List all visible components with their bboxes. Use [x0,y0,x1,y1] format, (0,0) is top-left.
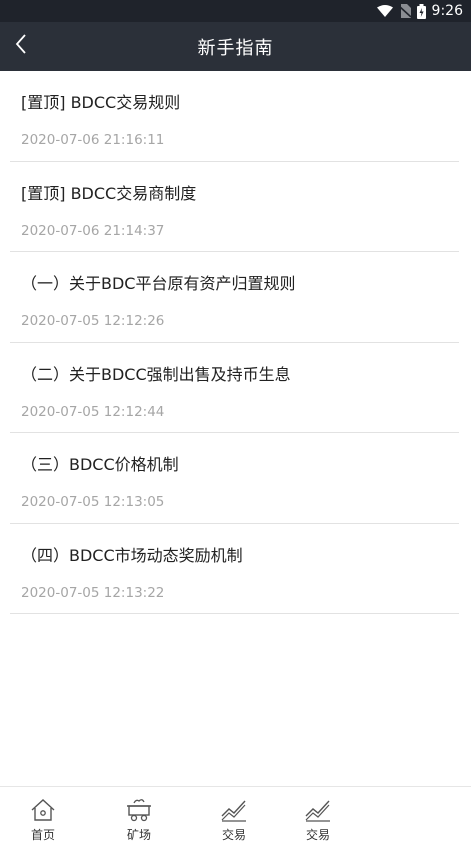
article-title: （四）BDCC市场动态奖励机制 [21,545,243,565]
nav-spacer [385,787,471,842]
article-date: 2020-07-06 21:16:11 [21,132,165,148]
back-button[interactable] [6,30,36,62]
nav-item-trade-2[interactable]: 交易 [283,787,353,842]
home-icon [30,794,56,822]
article-date: 2020-07-05 12:12:26 [21,313,165,329]
list-item[interactable]: （三）BDCC价格机制 2020-07-05 12:13:05 [10,433,459,524]
nav-label: 交易 [221,828,246,842]
app-header: 新手指南 [0,22,471,71]
article-title: （三）BDCC价格机制 [21,455,179,474]
battery-icon [416,3,426,19]
article-date: 2020-07-05 12:13:22 [21,584,165,601]
nav-item-trade[interactable]: 交易 [199,787,269,842]
no-sim-icon [398,4,411,18]
nav-label: 首页 [30,828,55,842]
nav-item-home[interactable]: 首页 [8,787,78,842]
chevron-left-icon [15,34,27,58]
bottom-nav: 首页 矿场 交易 交易 [0,786,471,842]
article-title: （一）关于BDC平台原有资产归置规则 [21,274,296,293]
list-item[interactable]: （一）关于BDC平台原有资产归置规则 2020-07-05 12:12:26 [10,252,459,343]
list-item[interactable]: [置顶] BDCC交易商制度 2020-07-06 21:14:37 [10,162,459,252]
list-item[interactable]: （二）关于BDCC强制出售及持币生息 2020-07-05 12:12:44 [10,343,459,433]
article-date: 2020-07-06 21:14:37 [21,222,165,239]
mining-cart-icon [125,794,153,822]
nav-label: 矿场 [126,828,151,842]
nav-item-mine[interactable]: 矿场 [104,787,174,842]
article-date: 2020-07-05 12:13:05 [21,494,165,510]
article-title: （二）关于BDCC强制出售及持币生息 [21,364,291,384]
chart-trend-icon [304,794,332,822]
nav-label: 交易 [305,828,330,842]
wifi-icon [376,4,393,18]
article-list: [置顶] BDCC交易规则 2020-07-06 21:16:11 [置顶] B… [10,71,459,614]
article-date: 2020-07-05 12:12:44 [21,403,165,420]
list-item[interactable]: （四）BDCC市场动态奖励机制 2020-07-05 12:13:22 [10,524,459,614]
chart-trend-icon [220,794,248,822]
status-bar: 9:26 [0,0,471,22]
page-title: 新手指南 [197,37,274,59]
article-title: [置顶] BDCC交易商制度 [21,183,197,203]
list-item[interactable]: [置顶] BDCC交易规则 2020-07-06 21:16:11 [10,71,459,162]
article-title: [置顶] BDCC交易规则 [21,93,181,112]
status-time: 9:26 [431,3,463,19]
